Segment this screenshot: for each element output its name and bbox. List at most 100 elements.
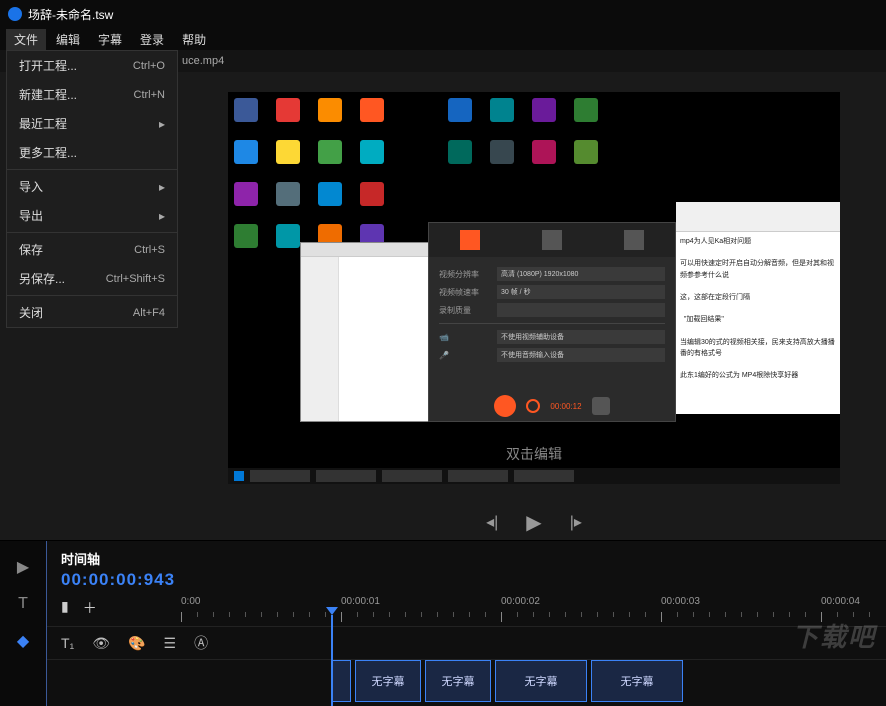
rec-fps-value: 30 帧 / 秒 xyxy=(497,285,665,299)
menu-export[interactable]: 导出 ▸ xyxy=(7,201,177,230)
rec-tab-camera-icon xyxy=(624,230,644,250)
timeline-panel: ▶ T ◆ 时间轴 00:00:00:943 ▮ ＋ 0:00 00:00:01… xyxy=(0,540,886,706)
taskbar-item xyxy=(448,470,508,482)
video-preview[interactable]: 视频分辨率 高清 (1080P) 1920x1080 视频帧速率 30 帧 / … xyxy=(182,72,886,504)
rec-audio-dev-icon: 🎤 xyxy=(439,351,489,360)
rec-video-dev: 不使用视频辅助设备 xyxy=(497,330,665,344)
text-style-icon[interactable]: T₁ xyxy=(61,635,74,651)
prev-frame-button[interactable]: ◂| xyxy=(486,512,498,532)
menu-more-project[interactable]: 更多工程... xyxy=(7,138,177,167)
menu-export-label: 导出 xyxy=(19,207,43,224)
rec-audio-dev: 不使用音频输入设备 xyxy=(497,348,665,362)
desktop-icon xyxy=(234,140,258,164)
timeline-title: 时间轴 xyxy=(61,549,872,568)
timeline-tool-column: ▶ T ◆ xyxy=(0,541,46,706)
menu-import-label: 导入 xyxy=(19,178,43,195)
menu-close-shortcut: Alt+F4 xyxy=(133,307,165,319)
fm-sidebar xyxy=(301,257,339,421)
list-icon[interactable]: ☰ xyxy=(164,635,177,652)
desktop-icon xyxy=(448,98,472,122)
desktop-icon xyxy=(360,140,384,164)
menu-saveas[interactable]: 另保存... Ctrl+Shift+S xyxy=(7,264,177,293)
ruler-label: 00:00:01 xyxy=(341,596,380,607)
menu-import[interactable]: 导入 ▸ xyxy=(7,172,177,201)
menu-new-label: 新建工程... xyxy=(19,86,77,103)
file-manager-window xyxy=(300,242,430,422)
play-button[interactable]: ▶ xyxy=(526,510,541,535)
menu-recent-project[interactable]: 最近工程 ▸ xyxy=(7,109,177,138)
preview-filename: uce.mp4 xyxy=(182,55,224,67)
next-frame-button[interactable]: |▸ xyxy=(570,512,582,532)
timeline-track[interactable]: 无字幕 无字幕 无字幕 无字幕 xyxy=(181,660,886,706)
desktop-icon xyxy=(276,182,300,206)
desktop-icon xyxy=(318,182,342,206)
rec-res-label: 视频分辨率 xyxy=(439,269,489,280)
timeline-clip[interactable]: 无字幕 xyxy=(355,660,421,702)
menubar: 文件 编辑 字幕 登录 帮助 xyxy=(0,28,886,50)
desktop-taskbar xyxy=(228,468,840,484)
timeline-clip[interactable]: 无字幕 xyxy=(425,660,491,702)
menu-saveas-shortcut: Ctrl+Shift+S xyxy=(106,273,165,285)
titlebar: 场辞-未命名.tsw xyxy=(0,0,886,28)
menu-separator xyxy=(7,295,177,296)
circle-a-icon[interactable]: Ⓐ xyxy=(194,633,208,653)
menu-save[interactable]: 保存 Ctrl+S xyxy=(7,235,177,264)
menu-new-project[interactable]: 新建工程... Ctrl+N xyxy=(7,80,177,109)
app-icon xyxy=(8,7,22,21)
recorded-desktop: 视频分辨率 高清 (1080P) 1920x1080 视频帧速率 30 帧 / … xyxy=(228,92,840,484)
rec-fps-label: 视频帧速率 xyxy=(439,287,489,298)
record-button-icon xyxy=(494,395,516,417)
desktop-icons-left xyxy=(234,98,388,248)
recorder-footer: 00:00:12 xyxy=(429,395,675,417)
rec-qual-value xyxy=(497,303,665,317)
menu-edit[interactable]: 编辑 xyxy=(48,29,88,50)
text-editor-window: mp4为人见Ka相对问题 可以用快速定时开启自动分解音频，但是对其和视频参参考什… xyxy=(676,202,840,414)
desktop-icon xyxy=(532,140,556,164)
menu-saveas-label: 另保存... xyxy=(19,270,65,287)
desktop-icon xyxy=(234,182,258,206)
rec-secondary-icon xyxy=(526,399,540,413)
tag-tool-icon[interactable]: ◆ xyxy=(17,631,29,651)
menu-recent-label: 最近工程 xyxy=(19,115,67,132)
rec-snapshot-icon xyxy=(592,397,610,415)
ruler-label: 00:00:03 xyxy=(661,596,700,607)
submenu-arrow-icon: ▸ xyxy=(159,209,165,223)
timeline-clip[interactable]: 无字幕 xyxy=(591,660,683,702)
add-marker-icon[interactable]: ▮ xyxy=(61,598,69,618)
menu-open-project[interactable]: 打开工程... Ctrl+O xyxy=(7,51,177,80)
menu-open-shortcut: Ctrl+O xyxy=(133,60,165,72)
desktop-icon xyxy=(490,140,514,164)
menu-new-shortcut: Ctrl+N xyxy=(134,89,165,101)
menu-close[interactable]: 关闭 Alt+F4 xyxy=(7,298,177,327)
desktop-icon xyxy=(276,98,300,122)
timeline-clip[interactable] xyxy=(331,660,351,702)
desktop-icon xyxy=(360,98,384,122)
add-plus-icon[interactable]: ＋ xyxy=(83,598,97,618)
timeline-timecode: 00:00:00:943 xyxy=(61,570,872,590)
timeline-clip[interactable]: 无字幕 xyxy=(495,660,587,702)
timeline-ruler[interactable]: 0:00 00:00:01 00:00:02 00:00:03 00:00:04 xyxy=(181,596,886,626)
text-tool-icon[interactable]: T xyxy=(18,595,28,613)
menu-help[interactable]: 帮助 xyxy=(174,29,214,50)
visibility-icon[interactable]: 👁 xyxy=(92,635,110,652)
ruler-label: 00:00:02 xyxy=(501,596,540,607)
rec-timer: 00:00:12 xyxy=(550,402,581,411)
desktop-icon xyxy=(276,224,300,248)
window-title: 场辞-未命名.tsw xyxy=(28,6,113,23)
desktop-icon xyxy=(360,182,384,206)
rec-video-dev-icon: 📹 xyxy=(439,333,489,342)
playhead[interactable] xyxy=(331,615,333,706)
menu-login[interactable]: 登录 xyxy=(132,29,172,50)
submenu-arrow-icon: ▸ xyxy=(159,180,165,194)
pointer-tool-icon[interactable]: ▶ xyxy=(17,557,29,577)
ruler-label: 00:00:04 xyxy=(821,596,860,607)
timeline-main: 时间轴 00:00:00:943 ▮ ＋ 0:00 00:00:01 00:00… xyxy=(46,541,886,706)
palette-icon[interactable]: 🎨 xyxy=(128,635,145,652)
menu-subtitle[interactable]: 字幕 xyxy=(90,29,130,50)
menu-file[interactable]: 文件 xyxy=(6,29,46,50)
desktop-icon xyxy=(276,140,300,164)
preview-wrap: 视频分辨率 高清 (1080P) 1920x1080 视频帧速率 30 帧 / … xyxy=(182,72,886,540)
desktop-icon xyxy=(574,98,598,122)
rec-qual-label: 录制质量 xyxy=(439,305,489,316)
desktop-icon xyxy=(574,140,598,164)
